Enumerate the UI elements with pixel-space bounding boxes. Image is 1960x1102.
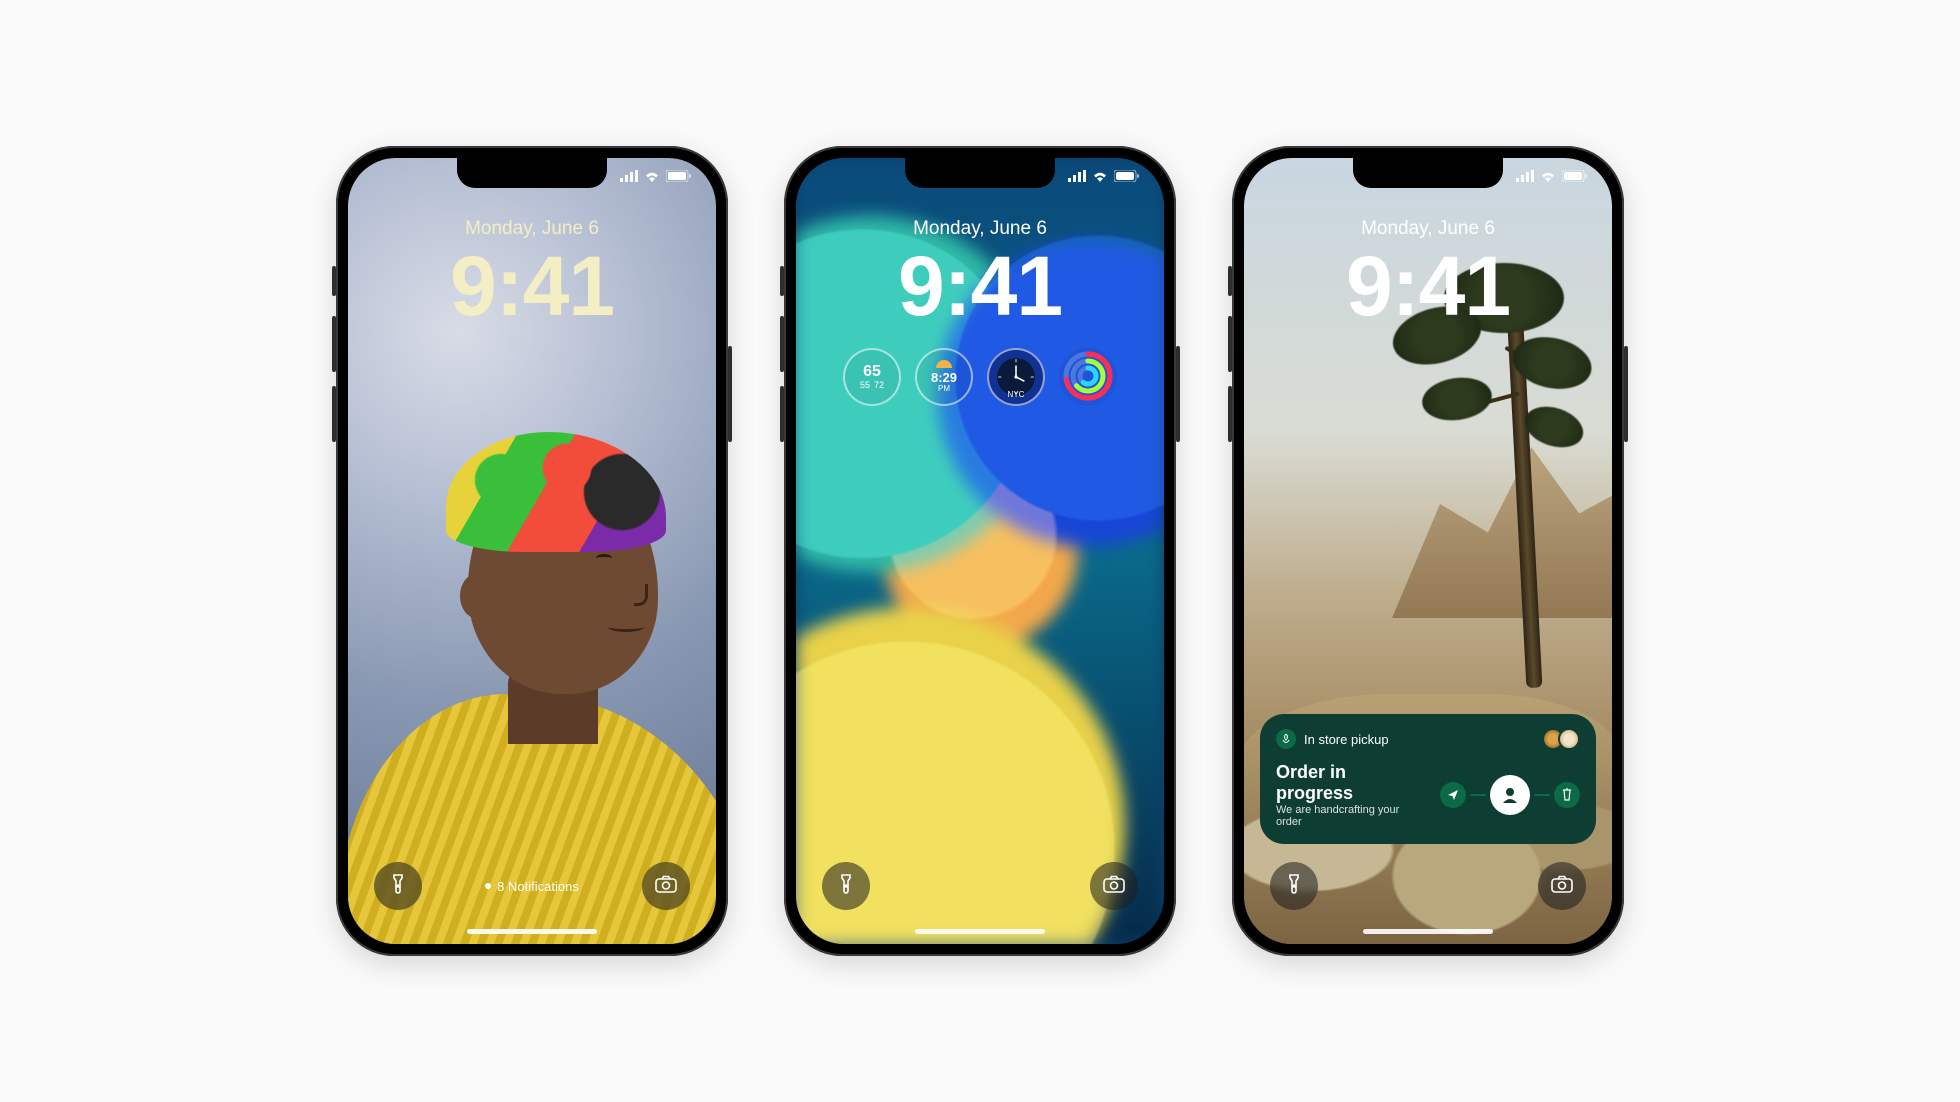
live-activity-header: In store pickup — [1304, 732, 1389, 747]
wifi-icon — [644, 170, 660, 182]
cellular-signal-icon — [1516, 170, 1534, 182]
wifi-icon — [1540, 170, 1556, 182]
iphone-device-1: Monday, June 6 9:41 8 Notifications — [336, 146, 728, 956]
live-activity-subtitle: We are handcrafting your order — [1276, 804, 1426, 828]
lock-screen-desert[interactable]: Monday, June 6 9:41 In store pickup Orde… — [1244, 158, 1612, 944]
lock-screen-date: Monday, June 6 — [1244, 218, 1612, 240]
lock-screen-date: Monday, June 6 — [796, 218, 1164, 240]
live-activity-card[interactable]: In store pickup Order in progress We are… — [1260, 714, 1596, 844]
notch — [457, 158, 607, 188]
progress-steps — [1440, 775, 1580, 815]
weather-high: 72 — [874, 381, 884, 391]
home-indicator[interactable] — [1363, 929, 1493, 934]
cellular-signal-icon — [1068, 170, 1086, 182]
dot-icon — [485, 883, 491, 889]
step-preparing-icon — [1490, 775, 1530, 815]
camera-icon — [1103, 875, 1125, 898]
camera-button[interactable] — [1538, 862, 1586, 910]
flashlight-icon — [836, 873, 856, 900]
sunset-widget[interactable]: 8:29 PM — [915, 348, 973, 406]
battery-icon — [1562, 170, 1588, 182]
lock-screen-portrait[interactable]: Monday, June 6 9:41 8 Notifications — [348, 158, 716, 944]
activity-rings-icon — [1062, 350, 1114, 405]
battery-icon — [1114, 170, 1140, 182]
cellular-signal-icon — [620, 170, 638, 182]
status-bar — [620, 170, 692, 182]
world-clock-city: NYC — [1008, 391, 1025, 400]
home-indicator[interactable] — [915, 929, 1045, 934]
camera-button[interactable] — [642, 862, 690, 910]
activity-rings-widget[interactable] — [1059, 348, 1117, 406]
order-item-thumb-2 — [1558, 728, 1580, 750]
flashlight-button[interactable] — [822, 862, 870, 910]
sunset-period: PM — [938, 385, 950, 394]
live-activity-title: Order in progress — [1276, 762, 1426, 804]
weather-low: 55 — [860, 381, 870, 391]
order-items-thumbnails — [1548, 728, 1580, 750]
lock-screen-date: Monday, June 6 — [348, 218, 716, 240]
notch — [905, 158, 1055, 188]
notch — [1353, 158, 1503, 188]
lock-screen-widgets-row: 65 55 72 8:29 PM NYC — [796, 348, 1164, 406]
wallpaper-portrait — [348, 374, 716, 944]
flashlight-icon — [388, 873, 408, 900]
flashlight-icon — [1284, 873, 1304, 900]
status-bar — [1068, 170, 1140, 182]
iphone-device-2: Monday, June 6 9:41 65 55 72 8:29 PM — [784, 146, 1176, 956]
flashlight-button[interactable] — [1270, 862, 1318, 910]
camera-icon — [655, 875, 677, 898]
battery-icon — [666, 170, 692, 182]
sunset-time: 8:29 — [931, 371, 957, 385]
starbucks-logo-icon — [1276, 729, 1296, 749]
wifi-icon — [1092, 170, 1108, 182]
world-clock-widget[interactable]: NYC — [987, 348, 1045, 406]
notifications-label: 8 Notifications — [497, 879, 579, 894]
weather-temp: 65 — [863, 363, 881, 381]
status-bar — [1516, 170, 1588, 182]
weather-widget[interactable]: 65 55 72 — [843, 348, 901, 406]
lock-screen-time: 9:41 — [796, 238, 1164, 335]
camera-icon — [1551, 875, 1573, 898]
lock-screen-time: 9:41 — [1244, 238, 1612, 335]
flashlight-button[interactable] — [374, 862, 422, 910]
step-sent-icon — [1440, 782, 1466, 808]
lock-screen-time: 9:41 — [348, 238, 716, 335]
lock-screen-gradient[interactable]: Monday, June 6 9:41 65 55 72 8:29 PM — [796, 158, 1164, 944]
home-indicator[interactable] — [467, 929, 597, 934]
step-ready-icon — [1554, 782, 1580, 808]
camera-button[interactable] — [1090, 862, 1138, 910]
iphone-device-3: Monday, June 6 9:41 In store pickup Orde… — [1232, 146, 1624, 956]
notifications-summary[interactable]: 8 Notifications — [485, 879, 579, 894]
